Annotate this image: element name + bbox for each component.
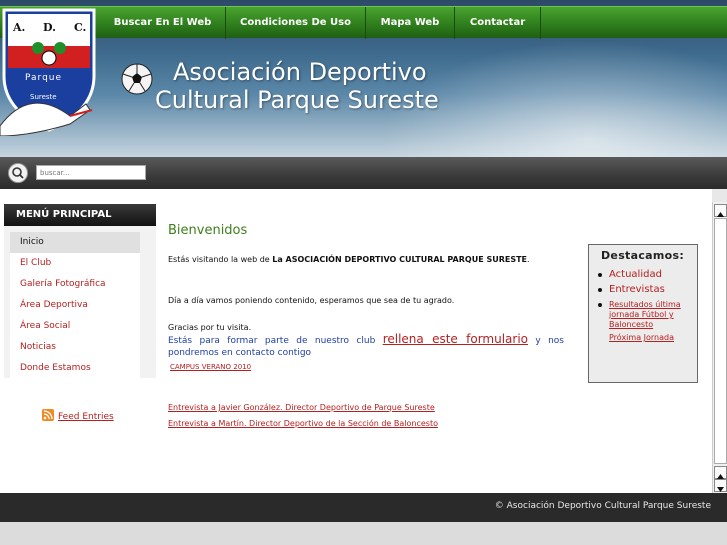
site-title-line1: Asociación Deportivo: [173, 58, 427, 86]
destacamos-item-entrevistas[interactable]: Entrevistas: [598, 282, 695, 297]
menu-item-el-club[interactable]: El Club: [10, 253, 140, 274]
feed-entries-link[interactable]: Feed Entries: [42, 409, 114, 422]
top-navigation: Buscar En El Web Condiciones De Uso Mapa…: [0, 6, 727, 39]
nav-contactar[interactable]: Contactar: [455, 7, 541, 39]
search-icon[interactable]: [8, 163, 28, 183]
bullet: [598, 288, 602, 292]
site-header: Buscar En El Web Condiciones De Uso Mapa…: [0, 0, 727, 157]
campus-link[interactable]: CAMPUS VERANO 2010: [170, 363, 251, 371]
menu-item-inicio[interactable]: Inicio: [10, 232, 140, 253]
destacamos-item-label: Actualidad: [609, 269, 662, 280]
menu-item-area-deportiva[interactable]: Área Deportiva: [10, 295, 140, 316]
logo-word-sureste: Sureste: [30, 93, 57, 101]
logo-letter-d: D.: [43, 21, 56, 34]
bottom-strip: [0, 522, 727, 545]
bullet: [598, 303, 602, 307]
copyright-text: © Asociación Deportivo Cultural Parque S…: [494, 501, 711, 511]
site-title-line2: Cultural Parque Sureste: [155, 86, 439, 114]
logo-letter-c: C.: [74, 21, 87, 34]
news-link-javier[interactable]: Entrevista a Javier González. Director D…: [168, 403, 435, 412]
rss-icon: [42, 409, 54, 421]
nav-buscar-en-el-web[interactable]: Buscar En El Web: [100, 7, 226, 39]
logo-word-parque: Parque: [25, 73, 63, 83]
scroll-up-button[interactable]: [714, 204, 727, 217]
search-input[interactable]: [36, 165, 146, 180]
intro-club-name: La ASOCIACIÓN DEPORTIVO CULTURAL PARQUE …: [272, 255, 528, 264]
intro-suffix: .: [527, 255, 530, 264]
feed-entries-label: Feed Entries: [58, 412, 114, 422]
destacamos-list: Actualidad Entrevistas Resultados última…: [598, 267, 695, 343]
welcome-heading: Bienvenidos: [168, 223, 248, 238]
logo-letter-a: A.: [13, 21, 26, 34]
menu-title: MENÚ PRINCIPAL: [4, 204, 156, 226]
soccer-ball-icon: [121, 63, 153, 95]
form-link[interactable]: rellena este formulario: [383, 332, 528, 346]
scroll-thumb[interactable]: [714, 218, 727, 464]
site-footer: © Asociación Deportivo Cultural Parque S…: [0, 493, 727, 522]
main-menu: MENÚ PRINCIPAL Inicio El Club Galería Fo…: [4, 204, 156, 379]
content-area: MENÚ PRINCIPAL Inicio El Club Galería Fo…: [0, 189, 712, 493]
vertical-scrollbar[interactable]: [712, 202, 727, 493]
destacamos-item-resultados[interactable]: Resultados última jornada Fútbol y Balon…: [598, 300, 695, 330]
intro-prefix: Estás visitando la web de: [168, 255, 273, 264]
destacamos-resultados-label: Resultados última jornada Fútbol y Balon…: [609, 300, 681, 329]
menu-item-area-social[interactable]: Área Social: [10, 316, 140, 337]
menu-item-noticias[interactable]: Noticias: [10, 337, 140, 358]
progress-paragraph: Día a día vamos poniendo contenido, espe…: [168, 296, 455, 305]
scroll-up-button-lower[interactable]: [714, 466, 727, 479]
menu-item-donde-estamos[interactable]: Donde Estamos: [10, 358, 140, 379]
news-link-martin[interactable]: Entrevista a Martín. Director Deportivo …: [168, 419, 438, 428]
destacamos-item-actualidad[interactable]: Actualidad: [598, 267, 695, 282]
join-middle: s para formar parte de nuestro club: [187, 336, 376, 346]
intro-paragraph: Estás visitando la web de La ASOCIACIÓN …: [168, 254, 564, 265]
destacamos-box: Destacamos: Actualidad Entrevistas Resul…: [588, 244, 698, 383]
join-paragraph: Estás para formar parte de nuestro club …: [168, 333, 564, 359]
destacamos-title: Destacamos:: [601, 249, 685, 262]
menu-item-galeria-fotografica[interactable]: Galería Fotográfica: [10, 274, 140, 295]
destacamos-item-proxima[interactable]: Próxima Jornada: [609, 333, 695, 343]
search-bar: [0, 157, 727, 189]
nav-mapa-web[interactable]: Mapa Web: [366, 7, 455, 39]
menu-list: Inicio El Club Galería Fotográfica Área …: [10, 232, 140, 379]
destacamos-item-label: Entrevistas: [609, 284, 665, 295]
bullet: [598, 273, 602, 277]
site-title: Asociación Deportivo Cultural Parque Sur…: [155, 58, 439, 114]
nav-condiciones-de-uso[interactable]: Condiciones De Uso: [226, 7, 366, 39]
join-prefix: Está: [168, 336, 188, 346]
scroll-down-button[interactable]: [714, 479, 727, 492]
